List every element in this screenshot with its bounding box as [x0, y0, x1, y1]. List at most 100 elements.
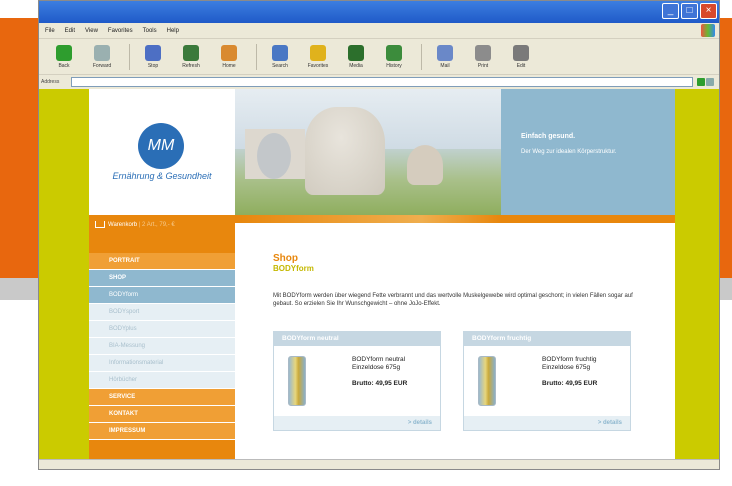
edit-icon [513, 44, 529, 61]
product-card: BODYform neutral BODYform neutral Einzeldo… [273, 331, 441, 431]
promo-title: Einfach gesund. [521, 133, 576, 140]
status-bar [39, 459, 719, 469]
nav-item-bia-messung[interactable]: BIA-Messung [89, 338, 235, 355]
toolbar-separator [256, 43, 257, 70]
product-details-link[interactable]: > details [274, 416, 440, 430]
cart-icon [95, 221, 105, 228]
menu-file[interactable]: File [45, 28, 55, 34]
go-icon [697, 78, 705, 86]
mail-button[interactable]: Mail [428, 44, 462, 69]
main-content: Shop BODYform Mit BODYform werden über w… [235, 223, 675, 461]
stop-button[interactable]: Stop [136, 44, 170, 69]
product-list: BODYform neutral BODYform neutral Einzeldo… [273, 331, 631, 431]
refresh-button[interactable]: Refresh [174, 44, 208, 69]
address-label: Address [41, 79, 60, 85]
toolbar-separator [129, 43, 130, 70]
address-input[interactable] [71, 77, 693, 87]
nav-item-bodysport[interactable]: BODYsport [89, 304, 235, 321]
main-navigation: PORTRAIT SHOP BODYform BODYsport BODYplus BIA… [89, 253, 235, 440]
nav-item-h-rb-cher[interactable]: Hörbücher [89, 372, 235, 389]
toolbar-label: Stop [147, 62, 159, 69]
title-bar: _ □ × [39, 1, 719, 23]
nav-item-kontakt[interactable]: KONTAKT [89, 406, 235, 423]
page-subtitle: BODYform [273, 264, 314, 273]
product-body: BODYform neutral Einzeldose 675g Brutto: 4… [274, 346, 440, 406]
toolbar-label: Home [222, 62, 236, 69]
search-icon [272, 44, 288, 61]
page-title: Shop [273, 253, 298, 264]
logo-area: MM Ernährung & Gesundheit [89, 89, 235, 215]
page-viewport: MM Ernährung & Gesundheit Einfach gesund… [39, 89, 719, 461]
menu-bar: File Edit View Favorites Tools Help [39, 23, 719, 39]
address-bar: Address [39, 75, 719, 89]
nav-item-portrait[interactable]: PORTRAIT [89, 253, 235, 270]
close-button[interactable]: × [700, 3, 717, 19]
toolbar-label: Favorites [307, 62, 329, 69]
edit-button[interactable]: Edit [504, 44, 538, 69]
product-info: BODYform neutral Einzeldose 675g Brutto: 4… [352, 356, 407, 406]
toolbar-label: Back [58, 62, 70, 69]
toolbar-label: History [386, 62, 402, 69]
product-image[interactable] [478, 356, 496, 406]
orange-strip-highlight [235, 215, 501, 223]
maximize-button[interactable]: □ [681, 3, 698, 19]
menu-tools[interactable]: Tools [143, 28, 157, 34]
cart-link[interactable]: Warenkorb | 2 Art., 79,- € [95, 221, 175, 228]
windows-logo-icon [701, 24, 715, 37]
product-details-link[interactable]: > details [464, 416, 630, 430]
promo-text: Der Weg zur idealen Körperstruktur. [521, 149, 617, 155]
header-photo [235, 89, 501, 215]
promo-panel: Einfach gesund. Der Weg zur idealen Körp… [501, 89, 675, 215]
product-image[interactable] [288, 356, 306, 406]
product-price: Brutto: 49,95 EUR [542, 380, 598, 387]
home-icon [221, 44, 237, 61]
print-icon [475, 44, 491, 61]
nav-item-informationsmaterial[interactable]: Informationsmaterial [89, 355, 235, 372]
browser-window: _ □ × File Edit View Favorites Tools Help Bac… [38, 0, 720, 470]
toolbar-label: Mail [440, 62, 450, 69]
product-name: BODYform neutral [352, 356, 406, 363]
menu-view[interactable]: View [85, 28, 98, 34]
toolbar-label: Media [349, 62, 363, 69]
menu-edit[interactable]: Edit [65, 28, 75, 34]
minimize-button[interactable]: _ [662, 3, 679, 19]
stop-icon [145, 44, 161, 61]
logo-mm[interactable]: MM [138, 123, 184, 169]
media-button[interactable]: Media [339, 44, 373, 69]
website: MM Ernährung & Gesundheit Einfach gesund… [89, 89, 675, 461]
go-button[interactable] [697, 77, 717, 87]
product-size: Einzeldose 675g [352, 364, 401, 371]
nav-item-shop[interactable]: SHOP [89, 270, 235, 287]
search-button[interactable]: Search [263, 44, 297, 69]
product-name: BODYform fruchtig [542, 356, 597, 363]
mail-icon [437, 44, 453, 61]
toolbar-label: Forward [92, 62, 112, 69]
photo-man [305, 107, 385, 195]
menu-favorites[interactable]: Favorites [108, 28, 133, 34]
photo-child [407, 145, 443, 185]
print-button[interactable]: Print [466, 44, 500, 69]
nav-item-bodyplus[interactable]: BODYplus [89, 321, 235, 338]
menu-help[interactable]: Help [167, 28, 179, 34]
back-button[interactable]: Back [47, 44, 81, 69]
nav-item-impressum[interactable]: IMPRESSUM [89, 423, 235, 440]
window-controls: _ □ × [662, 3, 717, 19]
product-header[interactable]: BODYform fruchtig [464, 332, 630, 346]
product-body: BODYform fruchtig Einzeldose 675g Brutto: … [464, 346, 630, 406]
forward-button[interactable]: Forward [85, 44, 119, 69]
intro-text: Mit BODYform werden über wiegend Fette v… [273, 293, 633, 307]
back-icon [56, 44, 72, 61]
cart-label: Warenkorb [108, 221, 138, 228]
toolbar-label: Edit [516, 62, 526, 69]
nav-item-bodyform[interactable]: BODYform [89, 287, 235, 304]
history-button[interactable]: History [377, 44, 411, 69]
home-button[interactable]: Home [212, 44, 246, 69]
toolbar-label: Refresh [182, 62, 200, 69]
media-icon [348, 44, 364, 61]
product-info: BODYform fruchtig Einzeldose 675g Brutto: … [542, 356, 597, 406]
favorites-button[interactable]: Favorites [301, 44, 335, 69]
toolbar-label: Print [477, 62, 489, 69]
nav-item-service[interactable]: SERVICE [89, 389, 235, 406]
links-icon [706, 78, 714, 86]
product-header[interactable]: BODYform neutral [274, 332, 440, 346]
